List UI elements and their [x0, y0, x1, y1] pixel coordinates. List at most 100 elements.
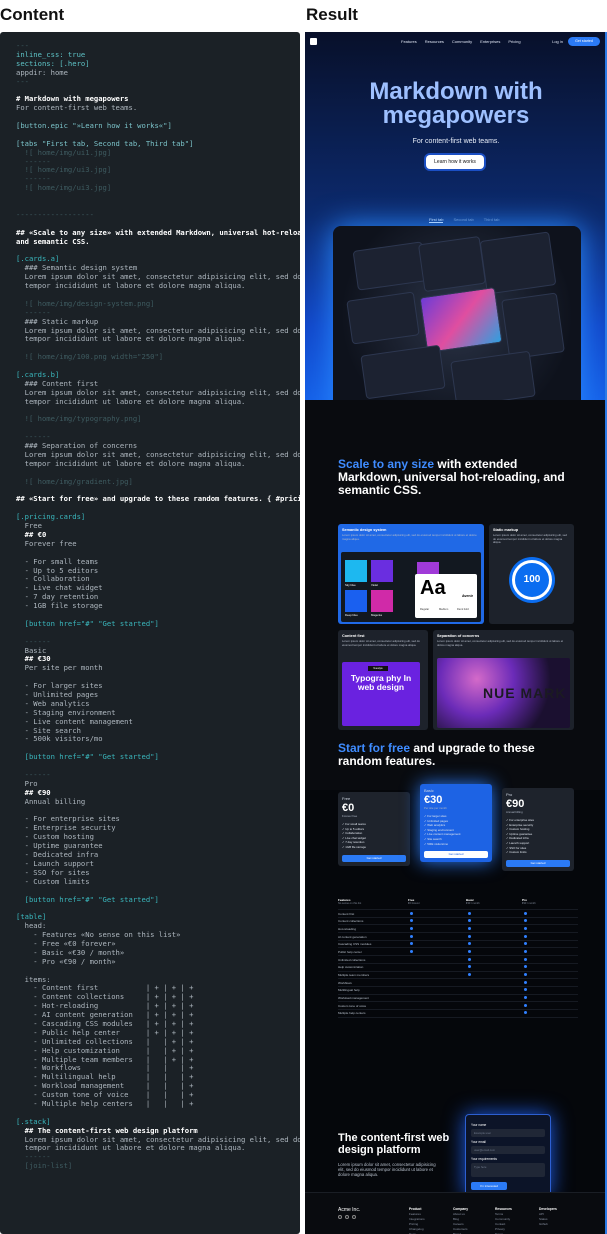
code-line[interactable]: tempor incididunt ut labore et dolore ma… — [16, 459, 300, 469]
nav-get-started-button[interactable]: Get started — [568, 37, 600, 46]
code-line[interactable]: ------ — [16, 637, 300, 647]
code-line[interactable]: ![ home/img/design-system.png] — [16, 299, 300, 309]
check-dot-icon — [524, 996, 527, 1000]
code-line[interactable]: ![ home/img/ui3.jpg] — [16, 183, 300, 193]
code-line[interactable]: - Pro «€90 / month» — [16, 957, 300, 967]
table-row: Unlimited collections — [338, 956, 578, 964]
card-separation: Separation of concerns Lorem ipsum dolor… — [433, 630, 574, 730]
code-line[interactable]: Forever free — [16, 539, 300, 549]
table-head-sub: No sense on this list — [338, 902, 362, 905]
code-line[interactable]: Per site per month — [16, 663, 300, 673]
hero-tab[interactable]: Third tab — [484, 217, 500, 223]
swatch-label: Violet — [371, 583, 378, 587]
social-icon[interactable] — [352, 1215, 356, 1219]
plan-get-started-button[interactable]: Get started — [506, 859, 570, 867]
nav-link[interactable]: Enterprises — [480, 39, 500, 44]
code-line[interactable]: [button href="#" "Get started"] — [16, 619, 300, 629]
code-line[interactable]: Annual billing — [16, 797, 300, 807]
code-line[interactable]: - 500k visitors/mo — [16, 735, 300, 744]
footer-link[interactable]: Github — [539, 1222, 557, 1227]
nav-link[interactable]: Pricing — [508, 39, 520, 44]
social-icon[interactable] — [345, 1215, 349, 1219]
nav-link[interactable]: Community — [452, 39, 472, 44]
code-line[interactable] — [16, 424, 300, 433]
code-line[interactable]: [table] — [16, 912, 300, 922]
email-input[interactable]: user@email.com — [471, 1146, 545, 1154]
code-line[interactable]: - Custom limits — [16, 877, 300, 887]
code-line[interactable]: appdir: home — [16, 68, 300, 78]
code-line[interactable]: ![ home/img/100.png width="250"] — [16, 352, 300, 362]
code-line[interactable]: --- — [16, 77, 300, 87]
code-line[interactable]: ------ — [16, 770, 300, 780]
code-line[interactable] — [16, 193, 300, 202]
hero-tab[interactable]: First tab — [429, 217, 444, 223]
plan-get-started-button[interactable]: Get started — [342, 854, 406, 862]
scale-heading-accent: Scale to any size — [338, 457, 435, 471]
feature-name: Hot-reloading — [338, 926, 357, 931]
feature-name: Multilingual help — [338, 988, 360, 993]
plan-price: €90 — [506, 798, 525, 810]
result-preview: Features Resources Community Enterprises Pri… — [305, 32, 607, 1234]
login-link[interactable]: Log in — [552, 39, 563, 44]
code-line[interactable]: [.pricing.cards] — [16, 512, 300, 522]
code-lines[interactable]: --- inline_css: true sections: [.hero] appd… — [16, 41, 300, 1171]
card-text: Lorem ipsum dolor sit amet, consectetur … — [437, 639, 564, 647]
code-line[interactable]: tempor incididunt ut labore et dolore ma… — [16, 1144, 300, 1153]
check-dot-icon — [524, 1011, 527, 1015]
check-dot-icon — [524, 957, 527, 961]
code-line[interactable]: - 1GB file storage — [16, 601, 300, 611]
code-line[interactable]: ## «Start for free» and upgrade to these… — [16, 495, 300, 504]
code-line[interactable]: ------------------ — [16, 210, 300, 220]
requirements-input[interactable]: Type here — [471, 1163, 545, 1177]
name-input[interactable]: Example user — [471, 1129, 545, 1137]
scale-section: Scale to any size with extended Markdown… — [305, 400, 605, 790]
logo-icon[interactable] — [310, 38, 317, 45]
code-line[interactable]: ![ home/img/gradient.jpg] — [16, 477, 300, 487]
pricing-card-basic: Basic €30 Per site per month ✓ For larger s… — [420, 784, 492, 863]
code-line[interactable]: [button href="#" "Get started"] — [16, 895, 300, 905]
code-line[interactable] — [16, 967, 300, 976]
mock-card — [501, 292, 565, 360]
code-line[interactable] — [16, 904, 300, 913]
code-line[interactable]: and semantic CSS. — [16, 237, 300, 247]
code-line[interactable]: - Multiple help centers | | | + — [16, 1099, 300, 1109]
plan-get-started-button[interactable]: Get started — [424, 851, 488, 859]
score-100-badge: 100 — [512, 560, 552, 600]
code-line[interactable]: tempor incididunt ut labore et dolore ma… — [16, 281, 300, 291]
nav-link[interactable]: Resources — [425, 39, 444, 44]
learn-how-button[interactable]: Learn how it works — [426, 155, 484, 169]
table-row: Multiple help centers — [338, 1010, 578, 1018]
interested-button[interactable]: I'm interested — [471, 1182, 507, 1190]
social-icon[interactable] — [338, 1215, 342, 1219]
code-line[interactable] — [16, 629, 300, 638]
code-line[interactable]: ![ home/img/ui3.jpg] — [16, 166, 300, 175]
email-label: Your email — [471, 1140, 486, 1144]
code-line[interactable]: Pro — [16, 779, 300, 789]
code-line[interactable] — [16, 1109, 300, 1118]
nav-link[interactable]: Features — [401, 39, 417, 44]
code-line[interactable]: tempor incididunt ut labore et dolore ma… — [16, 397, 300, 407]
table-head-title: Pro — [522, 897, 528, 902]
plan-feature: ✓ 1GB file storage — [342, 844, 366, 849]
table-head-row: Features No sense on this list Free €0 fore… — [338, 896, 578, 910]
code-line[interactable] — [16, 762, 300, 771]
table-head-sub: €90 / month — [522, 902, 536, 905]
card-text: Lorem ipsum dolor sit amet, consectetur … — [493, 533, 567, 544]
typo-tag: Nuestyle — [368, 666, 388, 671]
code-line[interactable]: Free — [16, 521, 300, 531]
feature-name: Public help center — [338, 949, 362, 954]
table-head-title: Free — [408, 897, 415, 902]
code-line[interactable]: ![ home/img/ui1.jpg] — [16, 148, 300, 158]
code-line[interactable]: Basic — [16, 646, 300, 656]
code-line[interactable]: tempor incididunt ut labore et dolore ma… — [16, 334, 300, 344]
code-line[interactable]: [join-list] — [16, 1161, 300, 1171]
code-line[interactable]: For content-first web teams. — [16, 103, 300, 113]
hero-tab[interactable]: Second tab — [453, 217, 473, 223]
code-line[interactable]: ![ home/img/typography.png] — [16, 415, 300, 424]
feature-name: Help customization — [338, 965, 364, 970]
code-line[interactable]: [button.epic "»Learn how it works«"] — [16, 121, 300, 131]
check-dot-icon — [524, 973, 527, 976]
code-line[interactable]: [button href="#" "Get started"] — [16, 752, 300, 762]
check-dot-icon — [524, 965, 527, 969]
markdown-editor[interactable]: --- inline_css: true sections: [.hero] appd… — [0, 32, 300, 1234]
